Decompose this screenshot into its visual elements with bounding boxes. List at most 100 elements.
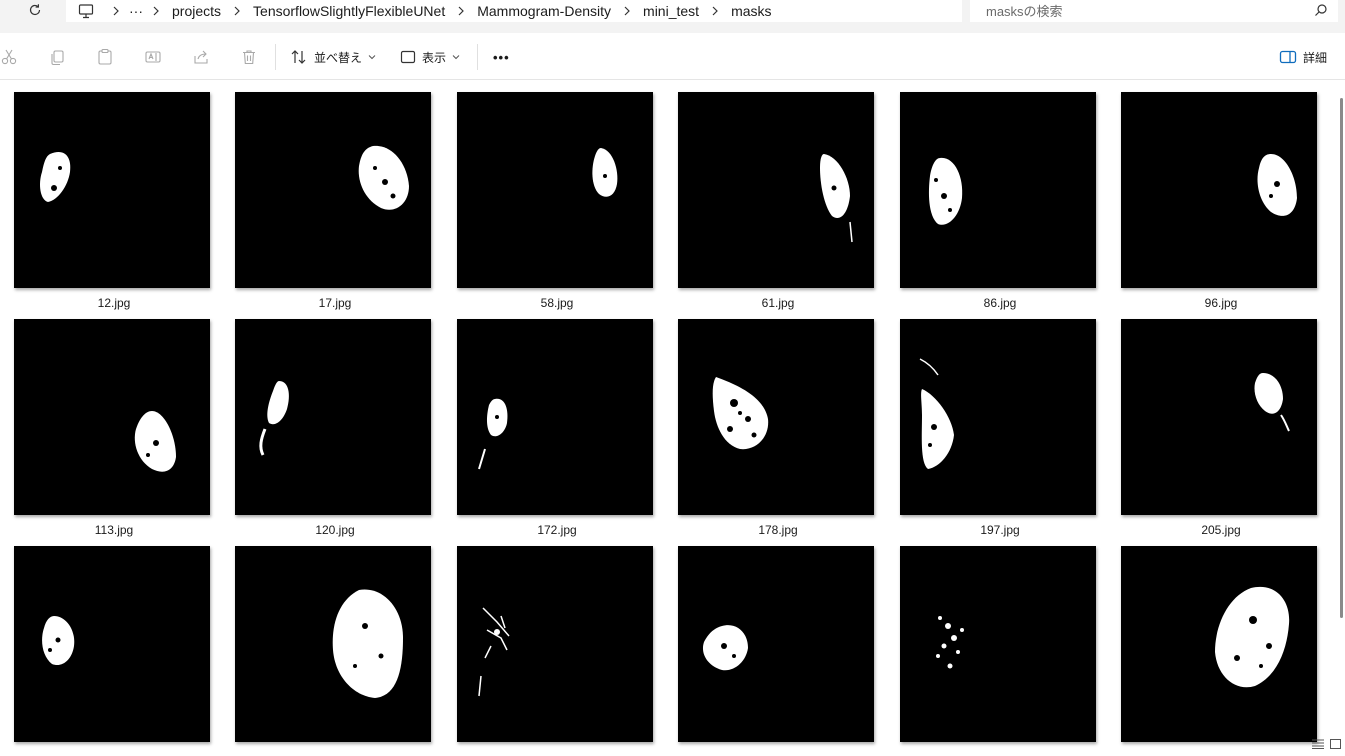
- file-name: 113.jpg: [94, 523, 134, 537]
- file-item[interactable]: 172.jpg: [457, 319, 653, 537]
- file-name: 17.jpg: [318, 296, 352, 310]
- breadcrumb-item-masks[interactable]: masks: [725, 1, 777, 21]
- search-icon: [1315, 4, 1327, 16]
- file-name: 197.jpg: [980, 523, 1020, 537]
- file-grid: 12.jpg 17.jpg 58.jpg 61.jpg 86.jpg 96.jp…: [0, 81, 1337, 756]
- file-name: 178.jpg: [758, 523, 798, 537]
- sort-icon: [291, 50, 306, 64]
- details-label: 詳細: [1303, 50, 1328, 65]
- mask-thumbnail: [900, 546, 1096, 742]
- this-pc-button[interactable]: [66, 1, 106, 21]
- chevron-right-icon: [227, 6, 247, 16]
- chevron-down-icon: [368, 55, 376, 60]
- search-input[interactable]: [986, 3, 1306, 19]
- chevron-right-icon: [705, 6, 725, 16]
- file-item[interactable]: 17.jpg: [235, 92, 431, 310]
- copy-icon: [51, 50, 64, 66]
- vertical-scrollbar[interactable]: [1337, 81, 1345, 741]
- file-name: 12.jpg: [97, 296, 131, 310]
- file-name: 172.jpg: [537, 523, 577, 537]
- refresh-button[interactable]: [22, 0, 48, 20]
- share-icon: [194, 50, 208, 64]
- mask-thumbnail: [457, 546, 653, 742]
- address-bar-row: ··· projects TensorflowSlightlyFlexibleU…: [0, 0, 1345, 33]
- command-bar: 並べ替え 表示 ••• 詳細: [0, 34, 1345, 80]
- view-label: 表示: [422, 50, 447, 65]
- chevron-right-icon: [617, 6, 637, 16]
- computer-icon: [78, 3, 94, 18]
- file-name: 205.jpg: [1201, 523, 1241, 537]
- refresh-icon: [29, 4, 41, 16]
- mask-thumbnail: [457, 92, 653, 288]
- mask-thumbnail: [1121, 92, 1317, 288]
- file-item[interactable]: [235, 546, 431, 750]
- view-icon: [400, 50, 416, 64]
- breadcrumb-item-projects[interactable]: projects: [166, 1, 227, 21]
- paste-button[interactable]: [95, 47, 115, 67]
- chevron-right-icon: [451, 6, 471, 16]
- file-name: 86.jpg: [983, 296, 1017, 310]
- file-item[interactable]: 120.jpg: [235, 319, 431, 537]
- view-button[interactable]: 表示: [400, 46, 460, 68]
- mask-thumbnail: [678, 92, 874, 288]
- tiles-view-icon: [1330, 739, 1341, 749]
- mask-thumbnail: [678, 546, 874, 742]
- file-name: 120.jpg: [315, 523, 355, 537]
- file-item[interactable]: 86.jpg: [900, 92, 1096, 310]
- breadcrumb-item-mammogram-density[interactable]: Mammogram-Density: [471, 1, 617, 21]
- file-item[interactable]: [678, 546, 874, 750]
- mask-thumbnail: [1121, 546, 1317, 742]
- file-item[interactable]: 178.jpg: [678, 319, 874, 537]
- toolbar-divider: [477, 44, 478, 70]
- list-view-icon: [1312, 739, 1324, 749]
- cut-button[interactable]: [0, 47, 19, 67]
- breadcrumb-item-unet[interactable]: TensorflowSlightlyFlexibleUNet: [247, 1, 451, 21]
- mask-thumbnail: [14, 319, 210, 515]
- delete-button[interactable]: [239, 47, 259, 67]
- mask-thumbnail: [900, 319, 1096, 515]
- file-item[interactable]: 197.jpg: [900, 319, 1096, 537]
- details-pane-icon: [1279, 50, 1297, 64]
- chevron-right-icon: [146, 6, 166, 16]
- file-item[interactable]: 96.jpg: [1121, 92, 1317, 310]
- share-button[interactable]: [191, 47, 211, 67]
- chevron-down-icon: [452, 55, 460, 60]
- large-icons-view-button[interactable]: [1330, 736, 1341, 754]
- file-item[interactable]: 12.jpg: [14, 92, 210, 310]
- file-item[interactable]: [457, 546, 653, 750]
- details-pane-button[interactable]: 詳細: [1279, 46, 1327, 68]
- details-view-button[interactable]: [1312, 736, 1324, 754]
- rename-button[interactable]: [143, 47, 163, 67]
- mask-thumbnail: [235, 546, 431, 742]
- file-name: 96.jpg: [1204, 296, 1238, 310]
- toolbar-divider: [275, 44, 276, 70]
- breadcrumb-overflow-button[interactable]: ···: [126, 1, 146, 21]
- breadcrumb-item-mini-test[interactable]: mini_test: [637, 1, 705, 21]
- file-item[interactable]: [14, 546, 210, 750]
- file-item[interactable]: 58.jpg: [457, 92, 653, 310]
- file-item[interactable]: 61.jpg: [678, 92, 874, 310]
- more-options-button[interactable]: •••: [493, 46, 510, 68]
- chevron-right-icon: [106, 6, 126, 16]
- file-name: 61.jpg: [761, 296, 795, 310]
- view-toggle-group: [1312, 736, 1341, 754]
- mask-thumbnail: [900, 92, 1096, 288]
- file-name: 58.jpg: [540, 296, 574, 310]
- mask-thumbnail: [1121, 319, 1317, 515]
- mask-thumbnail: [14, 92, 210, 288]
- file-item[interactable]: [900, 546, 1096, 750]
- mask-thumbnail: [457, 319, 653, 515]
- file-item[interactable]: 113.jpg: [14, 319, 210, 537]
- search-box[interactable]: [970, 0, 1338, 22]
- sort-button[interactable]: 並べ替え: [290, 46, 376, 68]
- paste-icon: [98, 48, 112, 65]
- scrollbar-thumb[interactable]: [1340, 98, 1343, 618]
- rename-icon: [145, 51, 161, 63]
- mask-thumbnail: [235, 92, 431, 288]
- copy-button[interactable]: [47, 47, 67, 67]
- file-item[interactable]: [1121, 546, 1317, 750]
- mask-thumbnail: [235, 319, 431, 515]
- breadcrumb[interactable]: ··· projects TensorflowSlightlyFlexibleU…: [66, 0, 962, 22]
- sort-label: 並べ替え: [314, 50, 363, 65]
- file-item[interactable]: 205.jpg: [1121, 319, 1317, 537]
